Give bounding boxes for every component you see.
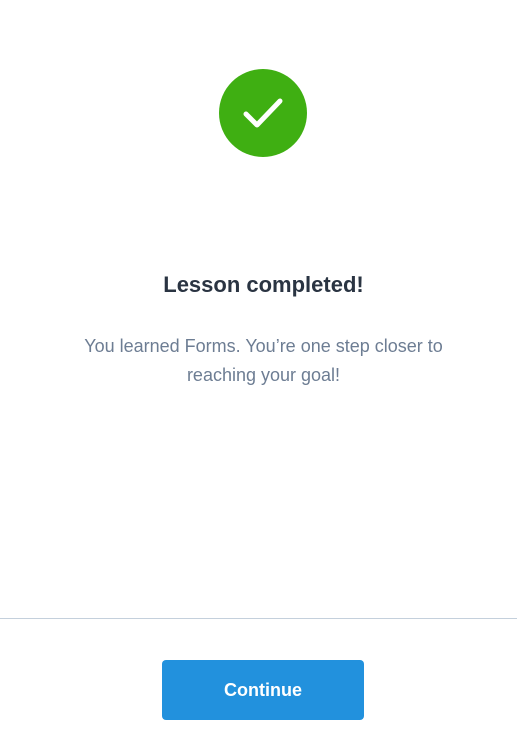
- completion-title: Lesson completed!: [163, 272, 364, 297]
- lesson-complete-badge: [219, 69, 307, 157]
- continue-button[interactable]: Continue: [162, 660, 364, 720]
- completion-message: You learned Forms. You’re one step close…: [84, 336, 443, 385]
- checkmark-icon: [243, 98, 283, 128]
- footer-divider: [0, 618, 517, 619]
